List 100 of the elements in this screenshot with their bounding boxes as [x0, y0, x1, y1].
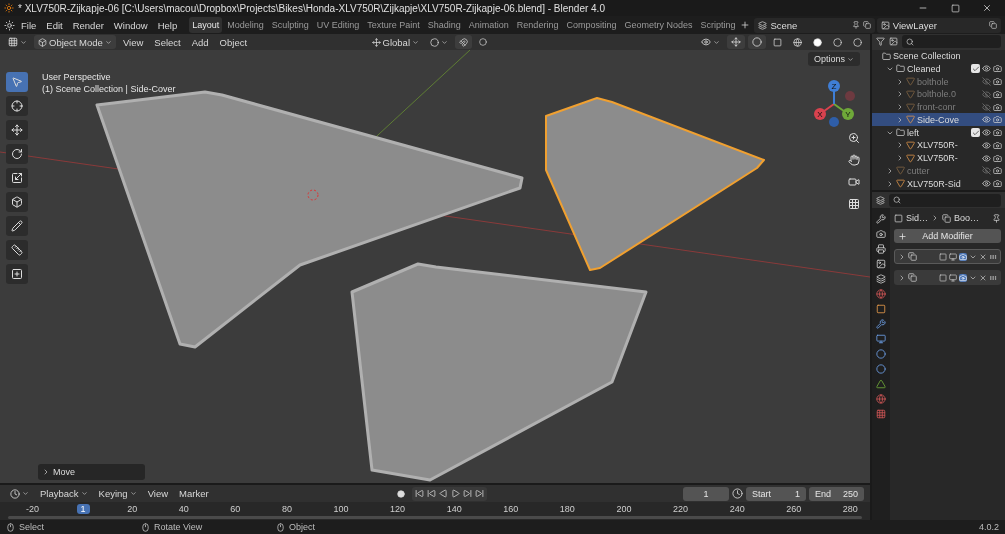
menu-item[interactable]: Keying	[94, 486, 141, 501]
menu-item[interactable]: Add	[187, 35, 213, 49]
add-cube-tool[interactable]	[6, 264, 28, 284]
playhead[interactable]: 1	[76, 504, 90, 514]
viewport-icon[interactable]	[949, 273, 957, 282]
app-logo-icon[interactable]	[4, 19, 15, 31]
eye-icon[interactable]	[982, 140, 991, 150]
remove-icon[interactable]	[979, 273, 987, 282]
view-layer-field[interactable]: ViewLayer	[876, 17, 1001, 33]
jump-start-button[interactable]	[414, 489, 425, 498]
workspace-tab[interactable]: Shading	[424, 17, 464, 33]
drag-handle-icon[interactable]	[989, 273, 997, 282]
camera-icon[interactable]	[993, 179, 1002, 189]
play-button[interactable]	[450, 489, 461, 498]
printer-icon[interactable]	[876, 244, 886, 254]
skip-back-icon	[427, 489, 436, 498]
chevron-icon	[42, 468, 50, 476]
workspace-tab[interactable]: Compositing	[563, 17, 620, 33]
menu-item[interactable]: Render	[68, 17, 108, 33]
menu-item[interactable]: Select	[150, 35, 185, 49]
expand-icon[interactable]	[898, 273, 906, 282]
modifier-wrench-icon[interactable]	[876, 319, 886, 329]
menu-item[interactable]: Edit	[42, 17, 67, 33]
eye-icon[interactable]	[982, 179, 991, 189]
camera-icon[interactable]	[993, 140, 1002, 150]
navigation-gizmo[interactable]: X Y Z	[808, 72, 862, 128]
outliner-item[interactable]: XLV750R-	[872, 151, 1005, 165]
outliner-item[interactable]: XLV750R-Sid	[872, 177, 1005, 190]
annotate-tool[interactable]	[6, 216, 28, 236]
gizmo-button[interactable]	[727, 35, 745, 49]
expand-icon[interactable]	[898, 252, 906, 261]
eye-icon[interactable]	[982, 153, 991, 163]
camera-icon[interactable]	[993, 64, 1002, 74]
transform-tool[interactable]	[6, 192, 28, 212]
outliner-item[interactable]: XLV750R-	[872, 138, 1005, 152]
jump-end-button[interactable]	[474, 489, 485, 498]
menu-item[interactable]: View	[143, 486, 173, 501]
scene-field[interactable]: Scene	[754, 17, 875, 33]
workspace-tab[interactable]: Rendering	[513, 17, 562, 33]
checkbox[interactable]	[971, 128, 980, 138]
render-icon[interactable]	[876, 229, 886, 239]
rotate-tool[interactable]	[6, 144, 28, 164]
eye-icon[interactable]	[982, 64, 991, 74]
modifier-panel[interactable]	[894, 270, 1001, 285]
next-key-button[interactable]	[462, 489, 473, 498]
remove-icon[interactable]	[979, 252, 987, 261]
options-button[interactable]: Options	[807, 52, 860, 66]
end-frame-field[interactable]: End 250	[809, 486, 864, 501]
outliner-item[interactable]: Side-Cove	[872, 113, 1005, 127]
add-icon[interactable]	[740, 20, 751, 30]
mode-dropdown[interactable]: Object Mode	[34, 35, 116, 49]
overlay-button[interactable]	[748, 35, 766, 49]
tool-icon[interactable]	[876, 214, 886, 224]
pin-icon[interactable]	[992, 213, 1001, 223]
current-frame-field[interactable]: 1	[683, 486, 729, 501]
play-reverse-button[interactable]	[438, 489, 449, 498]
search-field[interactable]	[889, 193, 1001, 207]
search-icon	[906, 37, 914, 46]
menu-item[interactable]: File	[17, 17, 41, 33]
search-field[interactable]	[902, 35, 1001, 49]
outliner-item[interactable]: left	[872, 126, 1005, 139]
eye-icon[interactable]	[982, 115, 991, 125]
menu-item[interactable]: Window	[109, 17, 152, 33]
drag-handle-icon[interactable]	[989, 252, 997, 261]
menu-item[interactable]: Playback	[36, 486, 92, 501]
menu-item[interactable]: Help	[153, 17, 182, 33]
viewport-icon[interactable]	[949, 252, 957, 261]
scale-tool[interactable]	[6, 168, 28, 188]
workspace-tab[interactable]: Modeling	[224, 17, 267, 33]
select-box-tool[interactable]	[6, 72, 28, 92]
prev-key-button[interactable]	[426, 489, 437, 498]
eye-icon[interactable]	[982, 128, 991, 138]
workspace-tab[interactable]: UV Editing	[313, 17, 363, 33]
last-operator-panel[interactable]: Move	[38, 464, 145, 480]
image-icon[interactable]	[876, 259, 886, 269]
object-icon[interactable]	[876, 304, 886, 314]
modifier-panel[interactable]	[894, 249, 1001, 264]
menu-item[interactable]: Marker	[175, 486, 213, 501]
camera-icon[interactable]	[993, 153, 1002, 163]
workspace-tab[interactable]: Sculpting	[268, 17, 312, 33]
measure-tool[interactable]	[6, 240, 28, 260]
menu-item[interactable]: Object	[215, 35, 252, 49]
workspace-tab[interactable]: Animation	[465, 17, 512, 33]
workspace-tab[interactable]: Layout	[189, 17, 223, 33]
add-modifier-button[interactable]: Add Modifier	[894, 229, 1001, 243]
workspace-tab[interactable]: Texture Paint	[364, 17, 423, 33]
orientation-dropdown[interactable]: Global	[367, 35, 423, 49]
start-frame-field[interactable]: Start 1	[746, 486, 806, 501]
menu-item[interactable]: View	[118, 35, 148, 49]
outliner-item[interactable]: Scene Collection	[872, 49, 1005, 63]
outliner-item[interactable]: Cleaned	[872, 62, 1005, 76]
cursor-tool[interactable]	[6, 96, 28, 116]
workspace-tab[interactable]: Geometry Nodes	[621, 17, 696, 33]
workspace-tab[interactable]: Scripting	[697, 17, 739, 33]
checkbox[interactable]	[971, 64, 980, 74]
snap-button[interactable]	[455, 35, 472, 49]
camera-icon[interactable]	[993, 115, 1002, 125]
move-tool[interactable]	[6, 120, 28, 140]
circle-icon	[479, 38, 487, 46]
camera-icon[interactable]	[993, 128, 1002, 138]
